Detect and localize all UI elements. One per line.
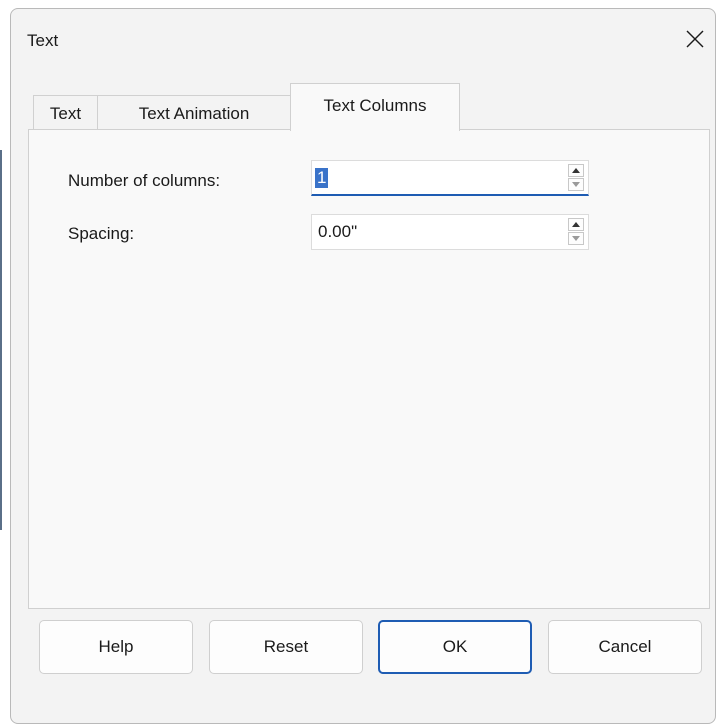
tab-text-columns[interactable]: Text Columns bbox=[290, 83, 460, 131]
close-icon bbox=[686, 30, 704, 48]
columns-value: 1 bbox=[315, 168, 329, 188]
title-bar: Text bbox=[11, 9, 715, 67]
tab-text[interactable]: Text bbox=[33, 95, 97, 131]
tab-text-animation[interactable]: Text Animation bbox=[97, 95, 290, 131]
columns-label: Number of columns: bbox=[68, 171, 221, 190]
spacing-decrement-button[interactable] bbox=[568, 232, 584, 245]
dialog-title: Text bbox=[27, 31, 59, 50]
arrow-up-icon bbox=[572, 222, 580, 227]
spacing-value: 0.00" bbox=[318, 222, 358, 241]
close-button[interactable] bbox=[677, 21, 713, 57]
columns-decrement-button[interactable] bbox=[568, 178, 584, 191]
help-button[interactable]: Help bbox=[39, 620, 193, 674]
columns-input[interactable]: 1 bbox=[311, 160, 589, 196]
spacing-label: Spacing: bbox=[68, 224, 135, 243]
columns-increment-button[interactable] bbox=[568, 164, 584, 177]
columns-spinner bbox=[568, 164, 584, 192]
text-columns-panel: Number of columns: 1 Spacing: 0.00" bbox=[28, 129, 710, 609]
arrow-down-icon bbox=[572, 236, 580, 241]
reset-button[interactable]: Reset bbox=[209, 620, 363, 674]
spacing-increment-button[interactable] bbox=[568, 218, 584, 231]
arrow-up-icon bbox=[572, 168, 580, 173]
spacing-input[interactable]: 0.00" bbox=[311, 214, 589, 250]
spacing-spinner bbox=[568, 218, 584, 246]
background-window-edge bbox=[0, 150, 2, 530]
arrow-down-icon bbox=[572, 182, 580, 187]
cancel-button[interactable]: Cancel bbox=[548, 620, 702, 674]
ok-button[interactable]: OK bbox=[378, 620, 532, 674]
text-dialog: Text Text Text Animation Text Columns Nu… bbox=[10, 8, 716, 724]
